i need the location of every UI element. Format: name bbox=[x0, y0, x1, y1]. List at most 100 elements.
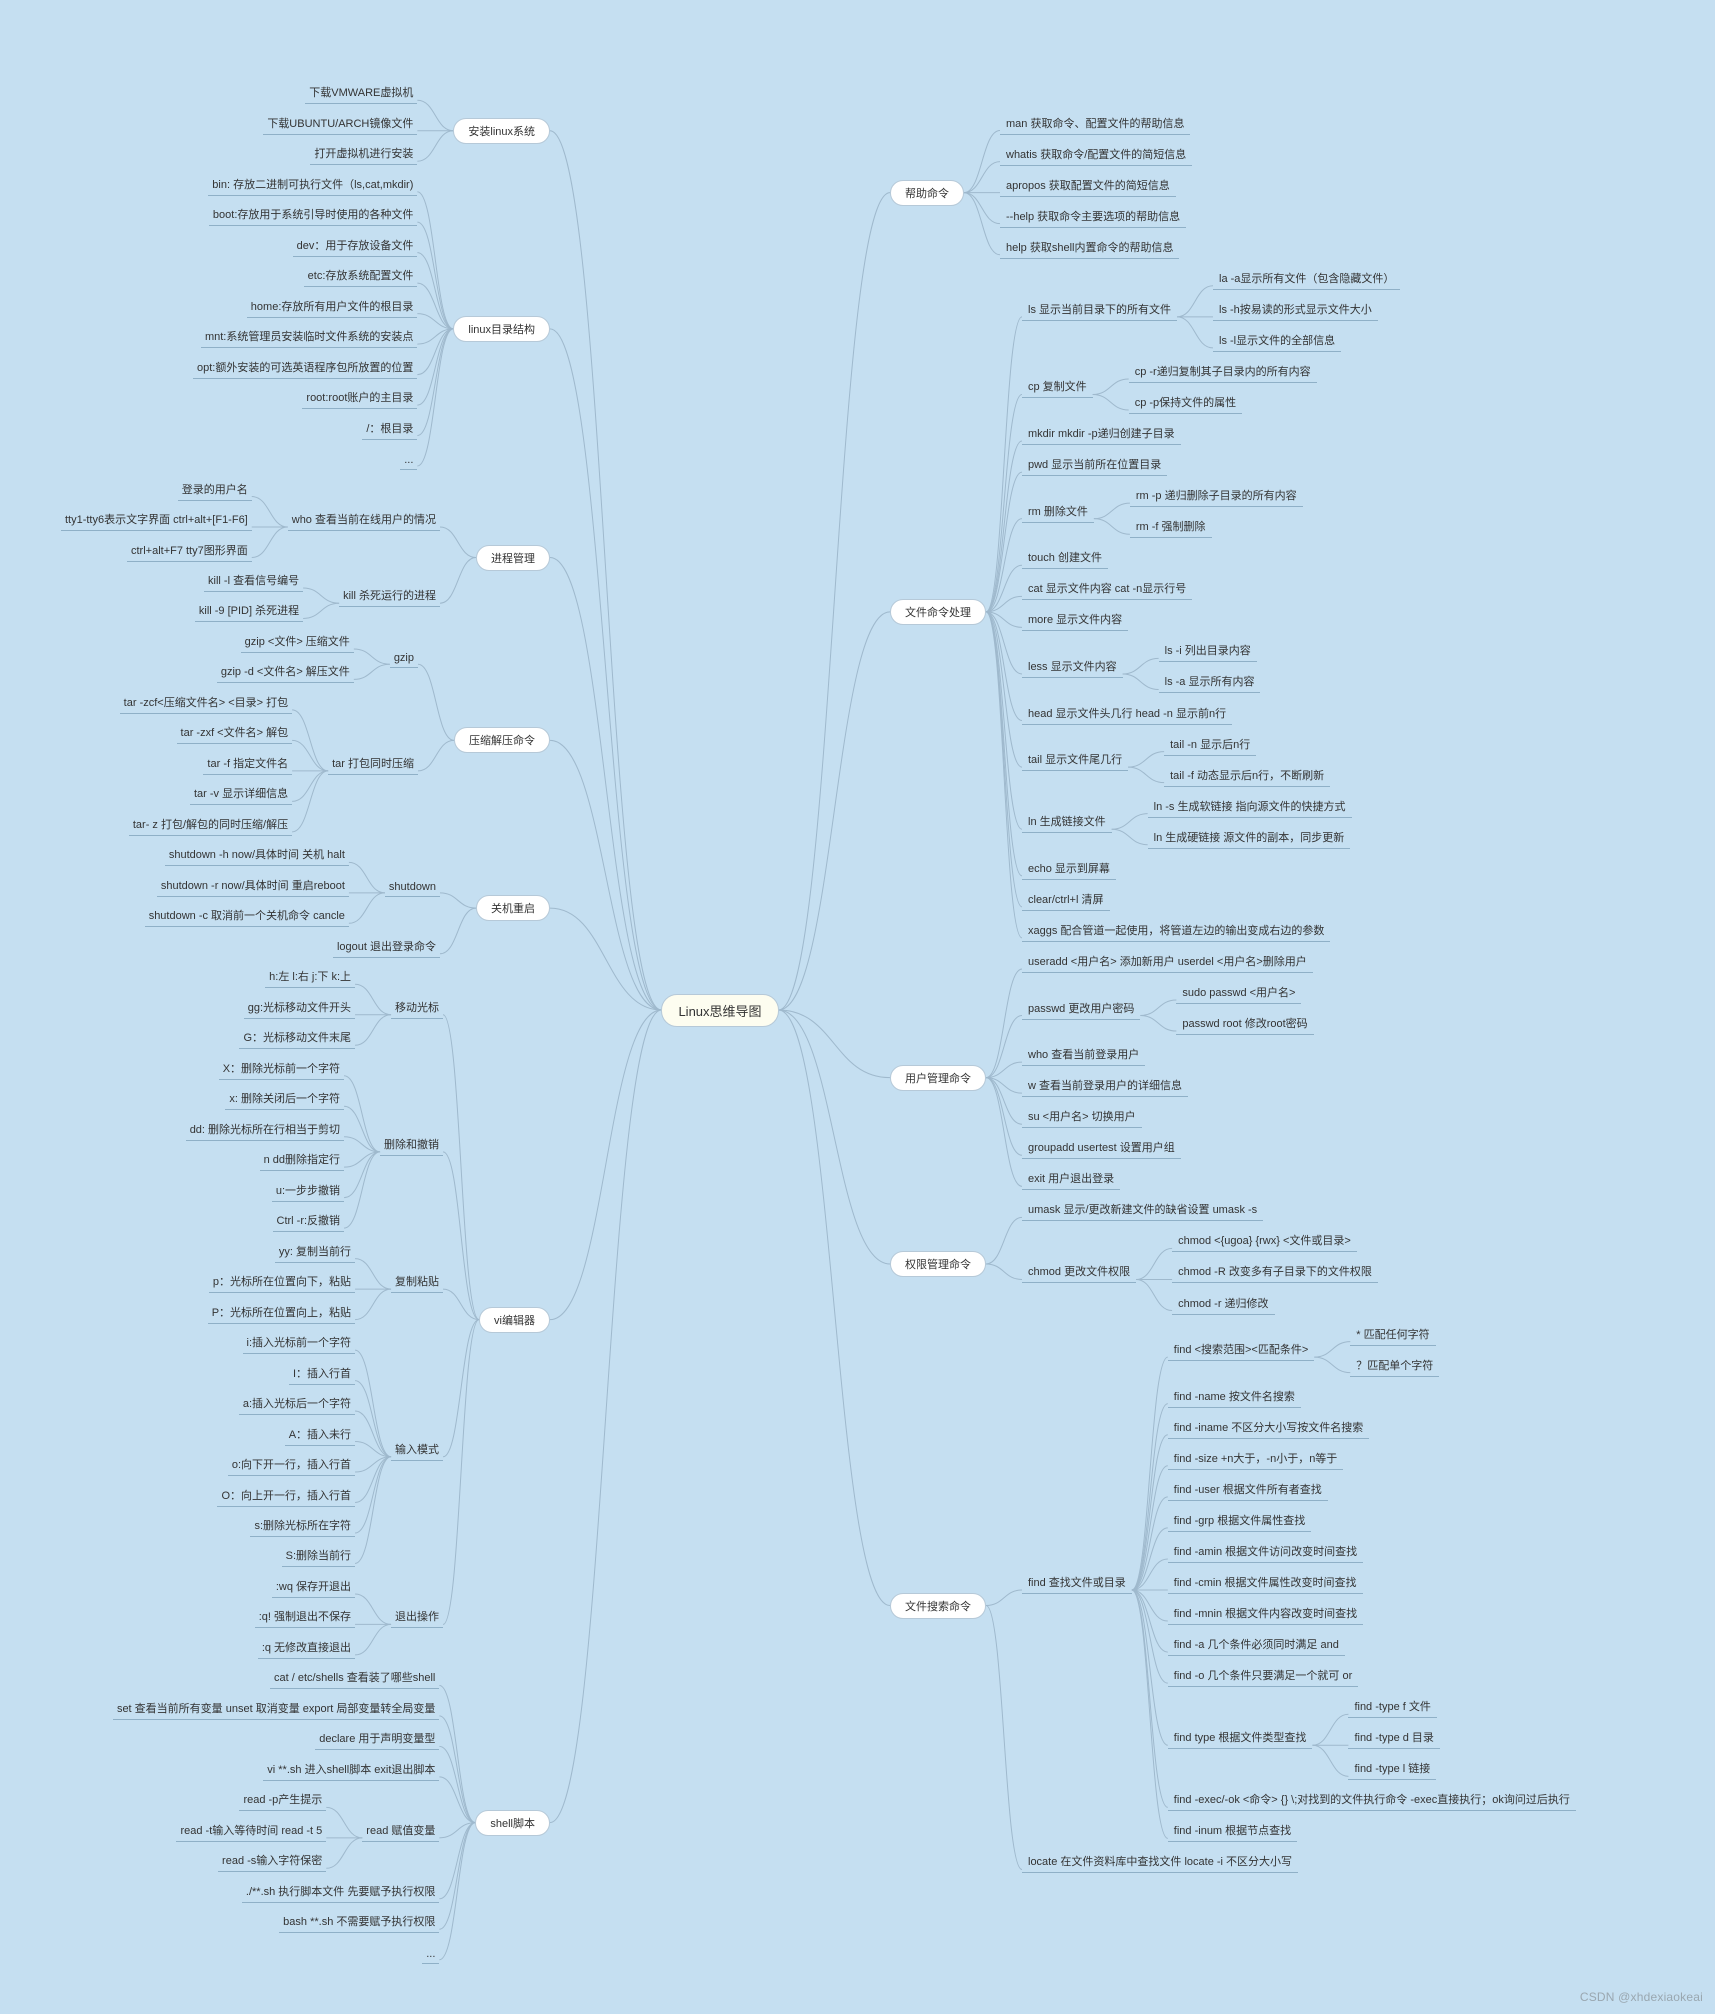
leaf: gzip -d <文件名> 解压文件 bbox=[217, 663, 354, 683]
leaf: u:一步步撤销 bbox=[272, 1182, 344, 1202]
leaf: s:删除光标所在字符 bbox=[250, 1517, 355, 1537]
branch-node: 文件命令处理 bbox=[890, 599, 986, 625]
leaf: h:左 l:右 j:下 k:上 bbox=[265, 968, 355, 988]
leaf: tar -zcf<压缩文件名> <目录> 打包 bbox=[120, 694, 292, 714]
leaf: G：光标移动文件末尾 bbox=[239, 1029, 355, 1049]
leaf: set 查看当前所有变量 unset 取消变量 export 局部变量转全局变量 bbox=[113, 1700, 439, 1720]
leaf: find -type d 目录 bbox=[1348, 1729, 1439, 1749]
leaf: X：删除光标前一个字符 bbox=[219, 1060, 344, 1080]
leaf: :q! 强制退出不保存 bbox=[255, 1608, 355, 1628]
leaf: I：插入行首 bbox=[289, 1365, 355, 1385]
leaf: find -o 几个条件只要满足一个就可 or bbox=[1168, 1667, 1358, 1687]
leaf: Ctrl -r:反撤销 bbox=[273, 1212, 345, 1232]
leaf: vi **.sh 进入shell脚本 exit退出脚本 bbox=[263, 1761, 439, 1781]
leaf: tail -f 动态显示后n行，不断刷新 bbox=[1164, 767, 1330, 787]
leaf: shutdown bbox=[385, 881, 440, 897]
leaf: find 查找文件或目录 bbox=[1022, 1574, 1132, 1594]
leaf: etc:存放系统配置文件 bbox=[304, 267, 418, 287]
leaf: p：光标所在位置向下，粘贴 bbox=[209, 1273, 355, 1293]
leaf: x: 删除关闭后一个字符 bbox=[225, 1090, 344, 1110]
leaf: bash **.sh 不需要赋予执行权限 bbox=[279, 1913, 439, 1933]
leaf: chmod -R 改变多有子目录下的文件权限 bbox=[1172, 1263, 1378, 1283]
leaf: tail -n 显示后n行 bbox=[1164, 736, 1256, 756]
leaf: yy: 复制当前行 bbox=[275, 1243, 355, 1263]
leaf: gzip <文件> 压缩文件 bbox=[241, 633, 354, 653]
leaf: read -s输入字符保密 bbox=[218, 1852, 326, 1872]
leaf: 删除和撤销 bbox=[380, 1136, 443, 1156]
leaf: gg:光标移动文件开头 bbox=[244, 999, 355, 1019]
branch-node: 文件搜索命令 bbox=[890, 1593, 986, 1619]
leaf: clear/ctrl+l 清屏 bbox=[1022, 891, 1110, 911]
branch-node: linux目录结构 bbox=[453, 316, 550, 342]
leaf: mnt:系统管理员安装临时文件系统的安装点 bbox=[201, 328, 417, 348]
leaf: tar -v 显示详细信息 bbox=[190, 785, 292, 805]
leaf: find -amin 根据文件访问改变时间查找 bbox=[1168, 1543, 1363, 1563]
leaf: find -exec/-ok <命令> {} \;对找到的文件执行命令 -exe… bbox=[1168, 1791, 1576, 1811]
leaf: chmod <{ugoa} {rwx} <文件或目录> bbox=[1172, 1232, 1357, 1252]
leaf: xaggs 配合管道一起使用，将管道左边的输出变成右边的参数 bbox=[1022, 922, 1330, 942]
leaf: gzip bbox=[390, 652, 418, 668]
leaf: useradd <用户名> 添加新用户 userdel <用户名>删除用户 bbox=[1022, 953, 1313, 973]
leaf: find -size +n大于，-n小于，n等于 bbox=[1168, 1450, 1344, 1470]
leaf: find -mnin 根据文件内容改变时间查找 bbox=[1168, 1605, 1363, 1625]
mindmap-canvas: Linux思维导图帮助命令man 获取命令、配置文件的帮助信息whatis 获取… bbox=[0, 0, 1715, 2014]
leaf: chmod -r 递归修改 bbox=[1172, 1295, 1274, 1315]
leaf: 下载VMWARE虚拟机 bbox=[305, 84, 417, 104]
leaf: w 查看当前登录用户的详细信息 bbox=[1022, 1077, 1188, 1097]
leaf: find -a 几个条件必须同时满足 and bbox=[1168, 1636, 1345, 1656]
leaf: cat / etc/shells 查看装了哪些shell bbox=[270, 1669, 439, 1689]
leaf: cp 复制文件 bbox=[1022, 378, 1093, 398]
leaf: :wq 保存开退出 bbox=[272, 1578, 355, 1598]
leaf: bin: 存放二进制可执行文件（ls,cat,mkdir) bbox=[208, 176, 417, 196]
leaf: less 显示文件内容 bbox=[1022, 658, 1123, 678]
branch-node: 安装linux系统 bbox=[453, 118, 550, 144]
leaf: groupadd usertest 设置用户组 bbox=[1022, 1139, 1181, 1159]
leaf: rm -f 强制删除 bbox=[1130, 518, 1212, 538]
leaf: chmod 更改文件权限 bbox=[1022, 1263, 1136, 1283]
branch-node: vi编辑器 bbox=[479, 1307, 550, 1333]
root-node: Linux思维导图 bbox=[661, 994, 778, 1027]
leaf: cp -p保持文件的属性 bbox=[1129, 394, 1242, 414]
leaf: more 显示文件内容 bbox=[1022, 611, 1128, 631]
branch-node: 压缩解压命令 bbox=[454, 727, 550, 753]
leaf: boot:存放用于系统引导时使用的各种文件 bbox=[209, 206, 417, 226]
leaf: passwd root 修改root密码 bbox=[1176, 1015, 1313, 1035]
leaf: ./**.sh 执行脚本文件 先要赋予执行权限 bbox=[242, 1883, 439, 1903]
leaf: su <用户名> 切换用户 bbox=[1022, 1108, 1142, 1128]
leaf: o:向下开一行，插入行首 bbox=[228, 1456, 355, 1476]
leaf: find -type l 链接 bbox=[1348, 1760, 1436, 1780]
leaf: shutdown -c 取消前一个关机命令 cancle bbox=[145, 907, 349, 927]
leaf: find -type f 文件 bbox=[1348, 1698, 1436, 1718]
leaf: kill -l 查看信号编号 bbox=[204, 572, 303, 592]
leaf: read -t输入等待时间 read -t 5 bbox=[176, 1822, 326, 1842]
leaf: shutdown -h now/具体时间 关机 halt bbox=[165, 846, 349, 866]
leaf: tar -zxf <文件名> 解包 bbox=[177, 724, 293, 744]
leaf: ctrl+alt+F7 tty7图形界面 bbox=[127, 542, 252, 562]
leaf: kill -9 [PID] 杀死进程 bbox=[195, 602, 303, 622]
leaf: rm 删除文件 bbox=[1022, 503, 1094, 523]
leaf: la -a显示所有文件（包含隐藏文件） bbox=[1213, 270, 1400, 290]
branch-node: 帮助命令 bbox=[890, 180, 964, 206]
leaf: 打开虚拟机进行安装 bbox=[310, 145, 417, 165]
leaf: head 显示文件头几行 head -n 显示前n行 bbox=[1022, 705, 1232, 725]
leaf: find -grp 根据文件属性查找 bbox=[1168, 1512, 1311, 1532]
branch-node: 权限管理命令 bbox=[890, 1251, 986, 1277]
leaf: 输入模式 bbox=[391, 1441, 443, 1461]
leaf: shutdown -r now/具体时间 重启reboot bbox=[157, 877, 349, 897]
leaf: ln -s 生成软链接 指向源文件的快捷方式 bbox=[1148, 798, 1352, 818]
leaf: 下载UBUNTU/ARCH镜像文件 bbox=[263, 115, 417, 135]
leaf: tty1-tty6表示文字界面 ctrl+alt+[F1-F6] bbox=[61, 511, 252, 531]
leaf: logout 退出登录命令 bbox=[333, 938, 440, 958]
leaf: ln 生成硬链接 源文件的副本，同步更新 bbox=[1148, 829, 1351, 849]
leaf: ls -h按易读的形式显示文件大小 bbox=[1213, 301, 1378, 321]
leaf: kill 杀死运行的进程 bbox=[339, 587, 440, 607]
leaf: read 赋值变量 bbox=[362, 1822, 439, 1842]
leaf: ？匹配单个字符 bbox=[1350, 1357, 1439, 1377]
leaf: find -name 按文件名搜索 bbox=[1168, 1388, 1301, 1408]
leaf: ... bbox=[422, 1948, 439, 1964]
leaf: a:插入光标后一个字符 bbox=[239, 1395, 355, 1415]
leaf: ls -i 列出目录内容 bbox=[1159, 642, 1257, 662]
leaf: root:root账户的主目录 bbox=[302, 389, 417, 409]
leaf: echo 显示到屏幕 bbox=[1022, 860, 1116, 880]
leaf: cat 显示文件内容 cat -n显示行号 bbox=[1022, 580, 1192, 600]
